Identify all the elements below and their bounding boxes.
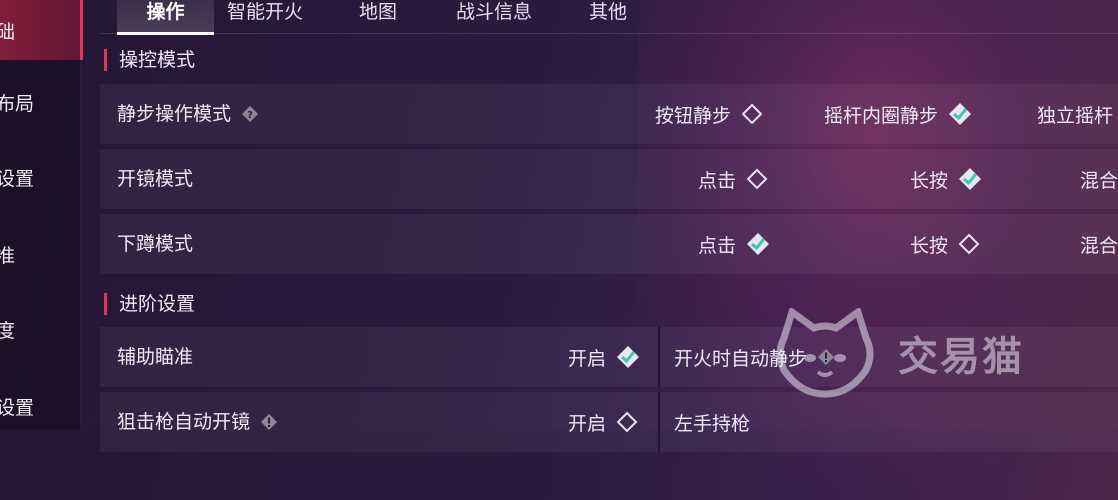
sidebar-item-label: 设置	[0, 396, 35, 419]
option-aim-assist-on[interactable]: 开启	[568, 327, 640, 387]
watermark: 交易猫	[770, 308, 1024, 398]
option-independent-joystick[interactable]: 独立摇杆	[1037, 84, 1113, 144]
row-label: 狙击枪自动开镜	[117, 392, 278, 452]
setting-left-hand-hold[interactable]: 左手持枪	[674, 392, 750, 452]
option-sniper-auto-scope-on[interactable]: 开启	[568, 392, 638, 452]
option-hold-scope[interactable]: 长按	[910, 149, 982, 209]
svg-text:?: ?	[247, 110, 253, 121]
row-label: 开镜模式	[117, 168, 194, 190]
cat-logo-icon	[776, 308, 874, 398]
option-mixed-crouch[interactable]: 混合	[1080, 214, 1118, 274]
diamond-checkbox-checked-icon	[958, 167, 982, 191]
diamond-checkbox-empty-icon	[741, 103, 763, 125]
sidebar-item-label: 布局	[0, 92, 35, 115]
column-divider	[658, 392, 660, 452]
sidebar-item-label: 度	[0, 319, 16, 342]
setting-row-sniper-auto-scope: 狙击枪自动开镜 开启 左手持枪	[100, 392, 1118, 452]
setting-row-crouch-mode: 下蹲模式 点击 长按 混合	[100, 214, 1118, 274]
sidebar-item-other-settings[interactable]: 设置	[0, 376, 80, 436]
option-hold-crouch[interactable]: 长按	[910, 214, 980, 274]
row-label: 下蹲模式	[117, 233, 194, 255]
column-divider	[658, 327, 660, 387]
row-label: 静步操作模式 ?	[117, 84, 259, 144]
sidebar-item-label: 准	[0, 244, 16, 267]
diamond-checkbox-checked-icon	[616, 345, 640, 369]
option-button-quiet-step[interactable]: 按钮静步	[655, 84, 763, 144]
section-title-control-mode: 操控模式	[104, 49, 195, 71]
tab-other[interactable]: 其他	[572, 0, 644, 32]
help-icon[interactable]: ?	[241, 105, 259, 123]
section-title-advanced: 进阶设置	[104, 293, 195, 315]
diamond-checkbox-checked-icon	[746, 232, 770, 256]
tab-combat-info[interactable]: 战斗信息	[440, 0, 548, 32]
sidebar-item-aim[interactable]: 准	[0, 224, 80, 284]
tab-bar: 操作 智能开火 地图 战斗信息 其他	[100, 0, 1118, 35]
row-label: 辅助瞄准	[117, 346, 194, 368]
option-joystick-inner-quiet-step[interactable]: 摇杆内圈静步	[824, 84, 972, 144]
info-icon[interactable]	[260, 413, 278, 431]
tab-smart-fire[interactable]: 智能开火	[215, 0, 315, 32]
setting-row-scope-mode: 开镜模式 点击 长按 混合	[100, 149, 1118, 209]
sidebar-item-sensitivity[interactable]: 度	[0, 299, 80, 359]
sidebar-item-label: 设置	[0, 167, 35, 190]
sidebar-item-label: 础	[0, 20, 16, 43]
tab-operation[interactable]: 操作	[117, 0, 214, 35]
setting-row-quiet-step: 静步操作模式 ? 按钮静步 摇杆内圈静步 独立摇杆	[100, 84, 1118, 144]
option-tap-scope[interactable]: 点击	[698, 149, 768, 209]
diamond-checkbox-empty-icon	[958, 233, 980, 255]
diamond-checkbox-empty-icon	[746, 168, 768, 190]
settings-sidebar: 础 布局 设置 准 度 设置	[0, 0, 83, 430]
watermark-text: 交易猫	[898, 334, 1024, 380]
diamond-checkbox-checked-icon	[948, 102, 972, 126]
option-mixed-scope[interactable]: 混合	[1080, 149, 1118, 209]
option-tap-crouch[interactable]: 点击	[698, 214, 770, 274]
sidebar-item-settings[interactable]: 设置	[0, 147, 80, 207]
tab-map[interactable]: 地图	[338, 0, 418, 32]
sidebar-item-basic[interactable]: 础	[0, 0, 83, 60]
sidebar-item-layout[interactable]: 布局	[0, 72, 80, 132]
